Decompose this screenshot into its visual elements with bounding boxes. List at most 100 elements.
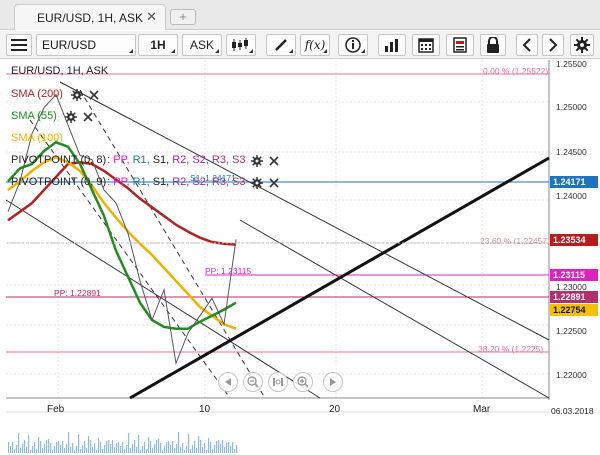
volume-bar (102, 449, 104, 453)
volume-bar (156, 440, 158, 453)
dropdown-corner-icon (215, 49, 219, 53)
lock-button[interactable] (480, 34, 506, 56)
volume-bar (158, 439, 160, 453)
sma-55-label: SMA (55) (11, 110, 57, 122)
document-icon (453, 37, 467, 53)
indicators-button[interactable]: f(x) (300, 34, 330, 56)
chart-area[interactable]: EUR/USD, 1H, ASK SMA (200) SMA (55) SMA … (0, 59, 600, 455)
volume-bar (30, 450, 32, 453)
gear-icon[interactable] (251, 176, 264, 189)
back-button[interactable] (516, 34, 538, 56)
zoom-in-button[interactable] (293, 372, 313, 392)
volume-bar (60, 445, 62, 453)
gear-icon[interactable] (70, 88, 83, 101)
chevron-left-icon (522, 38, 531, 52)
volume-bar (64, 448, 66, 453)
volume-bar (198, 436, 200, 453)
gear-icon[interactable] (251, 154, 264, 167)
s1-label: S1: 1.24171 (190, 173, 236, 183)
volume-bar (214, 445, 216, 453)
reset-icon (273, 378, 283, 386)
volume-bar (50, 443, 52, 453)
price-badge-sma100: 1.22754 (550, 304, 598, 316)
volume-bar (42, 448, 44, 453)
reset-zoom-button[interactable] (268, 372, 288, 392)
calendar-button[interactable] (412, 34, 440, 56)
volume-bar (90, 440, 92, 453)
forward-button[interactable] (542, 34, 564, 56)
close-icon[interactable] (82, 111, 94, 123)
volume-bar (148, 437, 150, 453)
zoom-out-icon (247, 376, 259, 388)
volume-bar (22, 444, 24, 453)
template-button[interactable] (446, 34, 474, 56)
timeframe-selector[interactable]: 1H (138, 34, 178, 56)
zoom-out-button[interactable] (243, 372, 263, 392)
pivot-09-r1: R1, (132, 176, 150, 188)
symbol-selector[interactable]: EUR/USD (36, 34, 136, 56)
volume-bar (34, 442, 36, 453)
info-icon (345, 37, 361, 53)
legend-sma-200[interactable]: SMA (200) (11, 88, 100, 101)
legend-sma-55[interactable]: SMA (55) (11, 110, 94, 123)
close-icon[interactable] (268, 177, 280, 189)
drawing-tools-button[interactable] (266, 34, 296, 56)
close-icon[interactable] (268, 155, 280, 167)
volume-bar (154, 444, 156, 453)
sma-200-label: SMA (200) (11, 88, 63, 100)
volume-bar (88, 436, 90, 453)
add-tab-button[interactable]: + (170, 9, 196, 25)
legend-pivot-09[interactable]: PIVOTPOINT (0, 9) : PP, R1, S1, R2, S2, … (11, 176, 280, 189)
triangle-left-icon (225, 378, 231, 386)
volume-bar (38, 437, 40, 453)
chart-tab[interactable]: EUR/USD, 1H, ASK ✕ (14, 4, 166, 30)
volume-bar (170, 445, 172, 453)
tab-title: EUR/USD, 1H, ASK (37, 11, 144, 25)
pivot-08-s2: S2, (192, 154, 209, 166)
settings-button[interactable] (570, 34, 594, 56)
volume-bar (172, 441, 174, 453)
volume-bar (44, 444, 46, 453)
menu-button[interactable] (6, 34, 32, 56)
price-tick: 1.24500 (556, 147, 587, 157)
timeframe-value: 1H (150, 38, 166, 52)
volume-bar (216, 441, 218, 453)
scroll-left-button[interactable] (218, 372, 238, 392)
price-tick: 1.24000 (556, 191, 587, 201)
legend-sma-100[interactable]: SMA (100) (11, 132, 63, 145)
volume-bar (186, 446, 188, 453)
volume-bar (122, 442, 124, 453)
volume-bar (26, 447, 28, 453)
scroll-right-button[interactable] (323, 372, 343, 392)
volume-histogram (8, 432, 238, 453)
volume-bar (10, 446, 12, 453)
volume-bar (124, 449, 126, 453)
close-icon[interactable] (88, 89, 100, 101)
time-label-mar: Mar (473, 404, 491, 415)
volume-bar (84, 441, 86, 453)
volume-bar (46, 440, 48, 453)
volume-bar (188, 434, 190, 453)
pivot-09-s1: S1, (152, 176, 170, 188)
tab-close-icon[interactable]: ✕ (146, 9, 157, 25)
volume-bar (80, 449, 82, 453)
volume-bar (98, 438, 100, 453)
volume-bar (78, 434, 80, 453)
volume-bar (12, 442, 14, 453)
price-type-selector[interactable]: ASK (182, 34, 222, 56)
volume-bar (134, 440, 136, 453)
gear-icon[interactable] (64, 110, 77, 123)
volume-bar (14, 449, 16, 453)
volume-bar (146, 449, 148, 453)
price-badge-current: 1.23534 (550, 234, 598, 246)
chart-type-button[interactable] (226, 34, 256, 56)
fib-0-label: 0.00 % (1.25522) (483, 66, 549, 76)
volume-bar (192, 445, 194, 453)
volume-bar (56, 442, 58, 453)
legend-pivot-08[interactable]: PIVOTPOINT (0, 8) : PP, R1, S1, R2, S2, … (11, 154, 280, 167)
info-button[interactable] (338, 34, 368, 56)
price-badge-pp1: 1.23115 (550, 269, 598, 281)
price-tick: 1.25000 (556, 102, 587, 112)
volume-button[interactable] (378, 34, 406, 56)
pivot-09-name: PIVOTPOINT (0, 9) (11, 176, 107, 188)
